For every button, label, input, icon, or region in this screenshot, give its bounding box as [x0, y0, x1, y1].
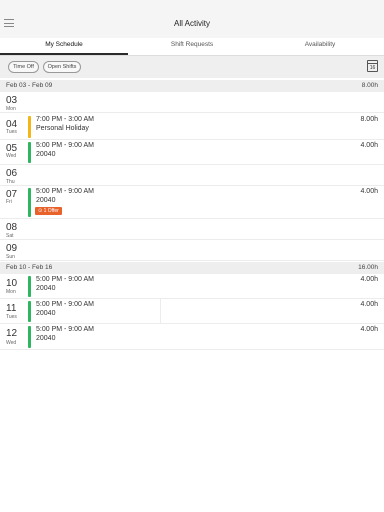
page-title: All Activity	[173, 19, 210, 28]
week-range: Feb 03 - Feb 09	[6, 82, 53, 89]
row-divider	[160, 299, 161, 324]
filter-bar: Time Off Open Shifts 16	[0, 56, 384, 78]
day-number: 12	[6, 328, 18, 339]
shift-hours: 4.00h	[360, 326, 378, 333]
offer-badge[interactable]: ⊙ 1 Offer	[35, 207, 62, 215]
week-hours: 8.00h	[361, 82, 378, 89]
day-row[interactable]: 07 Fri 5:00 PM - 9:00 AM 20040 ⊙ 1 Offer…	[0, 186, 384, 219]
day-row[interactable]: 09 Sun	[0, 240, 384, 261]
week-header: Feb 10 - Feb 16 16.00h	[0, 262, 384, 274]
shift-description: Personal Holiday	[36, 125, 89, 132]
calendar-icon[interactable]: 16	[367, 60, 378, 72]
shift-description: 20040	[36, 197, 56, 204]
day-name: Thu	[6, 179, 15, 185]
shift-color-bar	[28, 116, 31, 138]
day-number: 03	[6, 95, 18, 106]
day-number: 09	[6, 243, 18, 254]
open-shifts-filter-button[interactable]: Open Shifts	[43, 61, 81, 73]
day-row[interactable]: 03 Mon	[0, 92, 384, 113]
shift-hours: 4.00h	[360, 276, 378, 283]
tab-shift-requests[interactable]: Shift Requests	[128, 38, 256, 55]
shift-description: 20040	[36, 285, 56, 292]
day-row[interactable]: 04 Tues 7:00 PM - 3:00 AM Personal Holid…	[0, 113, 384, 140]
calendar-day-label: 16	[369, 65, 376, 71]
week-hours: 16.00h	[358, 264, 378, 271]
day-name: Sat	[6, 233, 14, 239]
shift-time: 5:00 PM - 9:00 AM	[36, 142, 94, 149]
shift-time: 5:00 PM - 9:00 AM	[36, 326, 94, 333]
day-row[interactable]: 08 Sat	[0, 219, 384, 240]
shift-hours: 4.00h	[360, 142, 378, 149]
day-name: Mon	[6, 289, 16, 295]
day-name: Fri	[6, 199, 12, 205]
shift-hours: 4.00h	[360, 301, 378, 308]
tab-my-schedule[interactable]: My Schedule	[0, 38, 128, 55]
shift-time: 5:00 PM - 9:00 AM	[36, 276, 94, 283]
shift-time: 5:00 PM - 9:00 AM	[36, 301, 94, 308]
time-off-filter-button[interactable]: Time Off	[8, 61, 39, 73]
shift-color-bar	[28, 276, 31, 297]
shift-description: 20040	[36, 310, 56, 317]
day-name: Wed	[6, 153, 17, 159]
week-range: Feb 10 - Feb 16	[6, 264, 53, 271]
day-row[interactable]: 12 Wed 5:00 PM - 9:00 AM 20040 4.00h	[0, 324, 384, 350]
day-number: 11	[6, 303, 17, 314]
shift-color-bar	[28, 301, 31, 322]
shift-time: 5:00 PM - 9:00 AM	[36, 188, 94, 195]
shift-time: 7:00 PM - 3:00 AM	[36, 116, 94, 123]
day-name: Wed	[6, 340, 17, 346]
day-number: 06	[6, 168, 18, 179]
day-row[interactable]: 11 Tues 5:00 PM - 9:00 AM 20040 4.00h	[0, 299, 384, 324]
day-row[interactable]: 06 Thu	[0, 165, 384, 186]
day-name: Sun	[6, 254, 15, 260]
shift-hours: 4.00h	[360, 188, 378, 195]
tab-availability[interactable]: Availability	[256, 38, 384, 55]
shift-color-bar	[28, 142, 31, 163]
shift-hours: 8.00h	[360, 116, 378, 123]
day-name: Tues	[6, 129, 17, 135]
day-number: 08	[6, 222, 18, 233]
shift-color-bar	[28, 326, 31, 348]
day-name: Mon	[6, 106, 16, 112]
top-bar: All Activity	[0, 0, 384, 38]
tab-bar: My Schedule Shift Requests Availability	[0, 38, 384, 55]
day-number: 10	[6, 278, 18, 289]
day-row[interactable]: 10 Mon 5:00 PM - 9:00 AM 20040 4.00h	[0, 274, 384, 299]
shift-description: 20040	[36, 335, 56, 342]
day-name: Tues	[6, 314, 17, 320]
day-row[interactable]: 05 Wed 5:00 PM - 9:00 AM 20040 4.00h	[0, 140, 384, 165]
offer-label: 1 Offer	[43, 208, 59, 214]
shift-description: 20040	[36, 151, 56, 158]
shift-color-bar	[28, 188, 31, 217]
week-header: Feb 03 - Feb 09 8.00h	[0, 80, 384, 92]
